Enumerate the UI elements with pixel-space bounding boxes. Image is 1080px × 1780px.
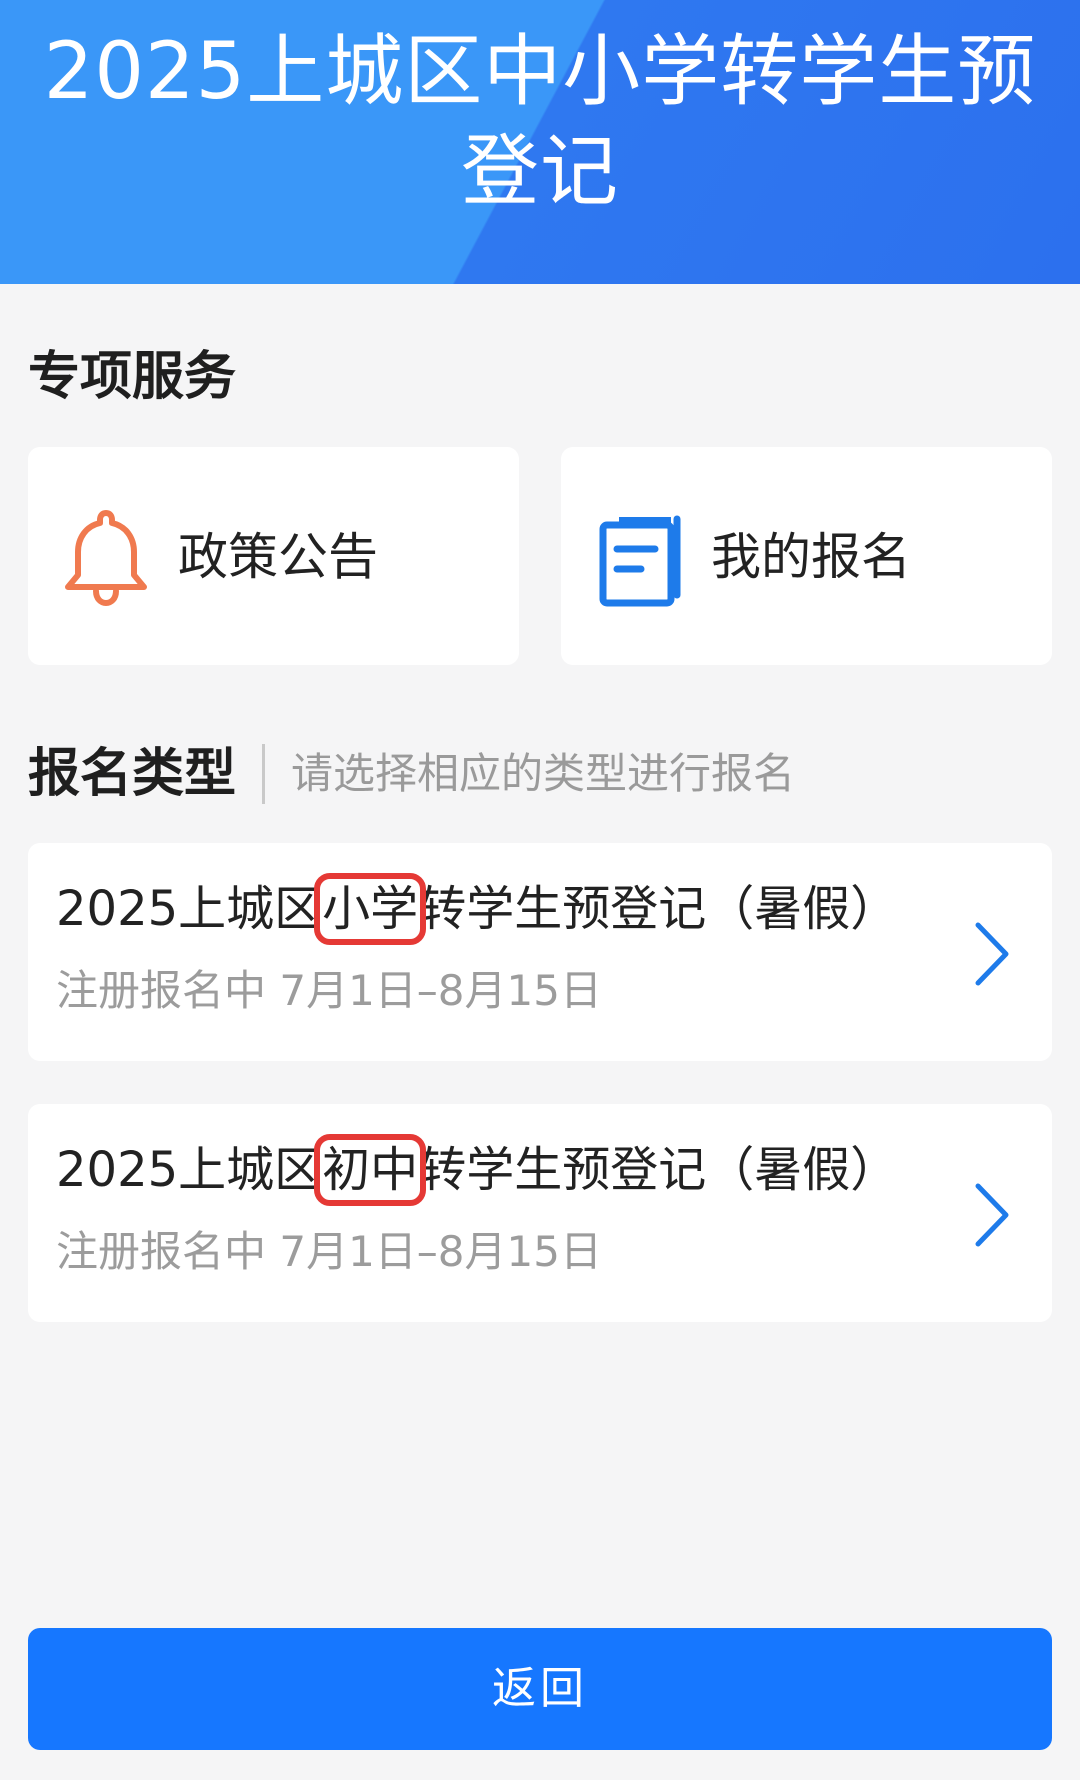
- page-header: 2025上城区中小学转学生预登记: [0, 0, 1080, 284]
- title-prefix: 2025上城区: [56, 1142, 323, 1198]
- registration-status: 注册报名中 7月1日–8月15日: [56, 1227, 602, 1276]
- bell-icon: [65, 510, 147, 607]
- chevron-right-icon: [975, 922, 1009, 986]
- my-registration-label: 我的报名: [711, 528, 911, 586]
- highlighted-school-level: 初中: [314, 1134, 427, 1206]
- title-suffix: 转学生预登记（暑假）: [418, 1142, 899, 1198]
- special-services-title: 专项服务: [28, 347, 237, 407]
- title-suffix: 转学生预登记（暑假）: [418, 881, 899, 937]
- primary-school-registration-card[interactable]: 2025上城区小学转学生预登记（暑假） 注册报名中 7月1日–8月15日: [28, 843, 1052, 1061]
- chevron-right-icon: [975, 1183, 1009, 1247]
- middle-school-registration-card[interactable]: 2025上城区初中转学生预登记（暑假） 注册报名中 7月1日–8月15日: [28, 1104, 1052, 1322]
- my-registration-card[interactable]: 我的报名: [561, 447, 1052, 665]
- registration-status: 注册报名中 7月1日–8月15日: [56, 966, 602, 1015]
- title-prefix: 2025上城区: [56, 881, 323, 937]
- page-title: 2025上城区中小学转学生预登记: [43, 27, 1037, 217]
- policy-announcement-label: 政策公告: [178, 528, 378, 586]
- registration-title: 2025上城区初中转学生预登记（暑假）: [56, 1134, 899, 1206]
- policy-announcement-card[interactable]: 政策公告: [28, 447, 519, 665]
- registration-title: 2025上城区小学转学生预登记（暑假）: [56, 873, 899, 945]
- document-icon: [599, 515, 681, 607]
- registration-type-header: 报名类型 请选择相应的类型进行报名: [28, 742, 795, 806]
- highlighted-school-level: 小学: [314, 873, 427, 945]
- registration-type-hint: 请选择相应的类型进行报名: [291, 749, 796, 798]
- registration-type-title: 报名类型: [28, 744, 237, 804]
- divider: [262, 744, 266, 804]
- back-button[interactable]: 返回: [28, 1628, 1052, 1750]
